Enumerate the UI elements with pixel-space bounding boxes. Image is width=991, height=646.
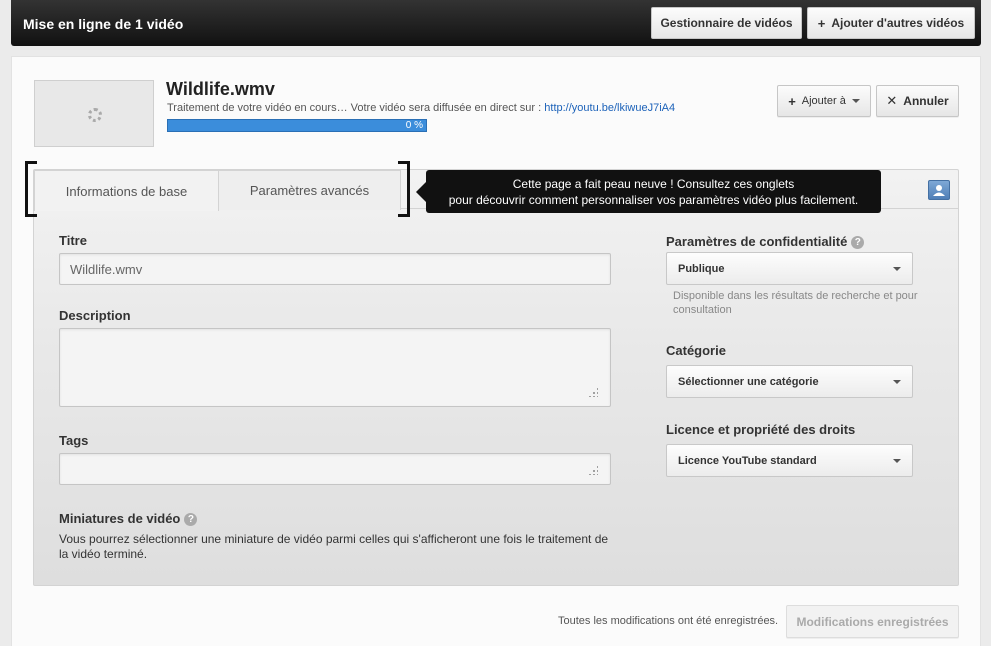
person-icon xyxy=(933,185,945,196)
video-title: Wildlife.wmv xyxy=(166,79,275,99)
cancel-button[interactable]: ✕ Annuler xyxy=(876,85,959,117)
add-to-label: Ajouter à xyxy=(801,95,846,107)
category-select[interactable]: Sélectionner une catégorie xyxy=(666,365,913,398)
privacy-select[interactable]: Publique xyxy=(666,252,913,285)
video-manager-label: Gestionnaire de vidéos xyxy=(660,16,793,30)
processing-status: Traitement de votre vidéo en cours… Votr… xyxy=(167,102,675,114)
license-select[interactable]: Licence YouTube standard xyxy=(666,444,913,477)
share-button[interactable] xyxy=(928,180,950,200)
description-label: Description xyxy=(59,308,131,323)
new-layout-tooltip: Cette page a fait peau neuve ! Consultez… xyxy=(416,170,881,213)
thumbnails-text: Vous pourrez sélectionner une miniature … xyxy=(59,532,609,561)
plus-icon: + xyxy=(817,15,826,31)
video-manager-button[interactable]: Gestionnaire de vidéos xyxy=(651,7,802,39)
processing-status-text: Traitement de votre vidéo en cours… Votr… xyxy=(167,102,542,114)
loading-spinner-icon xyxy=(88,108,102,122)
add-more-videos-label: Ajouter d'autres vidéos xyxy=(831,16,965,30)
close-icon: ✕ xyxy=(886,93,898,108)
tab-advanced-settings[interactable]: Paramètres avancés xyxy=(218,170,401,210)
help-icon[interactable]: ? xyxy=(851,236,865,249)
video-link[interactable]: http://youtu.be/lkiwueJ7iA4 xyxy=(544,102,675,114)
resize-grip-icon[interactable] xyxy=(588,465,598,475)
add-more-videos-button[interactable]: + Ajouter d'autres vidéos xyxy=(807,7,975,39)
category-value: Sélectionner une catégorie xyxy=(678,375,819,388)
tab-advanced-settings-label: Paramètres avancés xyxy=(249,183,370,198)
upload-progress-bar: 0 % xyxy=(167,119,427,132)
title-field[interactable] xyxy=(59,253,611,285)
tab-basic-info[interactable]: Informations de base xyxy=(34,170,219,211)
plus-icon: + xyxy=(788,93,796,109)
chevron-down-icon xyxy=(851,99,860,103)
privacy-note: Disponible dans les résultats de recherc… xyxy=(673,290,918,316)
title-label: Titre xyxy=(59,233,87,248)
help-icon[interactable]: ? xyxy=(184,513,198,526)
tab-basic-info-label: Informations de base xyxy=(65,183,188,199)
cancel-label: Annuler xyxy=(903,94,949,108)
resize-grip-icon[interactable] xyxy=(588,387,598,397)
tooltip-line-2: pour découvrir comment personnaliser vos… xyxy=(448,193,859,207)
progress-percent: 0 % xyxy=(405,120,423,131)
category-label: Catégorie xyxy=(666,343,726,358)
license-label: Licence et propriété des droits xyxy=(666,422,856,437)
tabs-highlight-bracket-right xyxy=(398,161,410,217)
changes-saved-button[interactable]: Modifications enregistrées xyxy=(786,605,959,638)
privacy-heading: Paramètres de confidentialité? xyxy=(666,234,865,249)
chevron-down-icon xyxy=(893,380,901,384)
chevron-down-icon xyxy=(893,267,901,271)
upload-title: Mise en ligne de 1 vidéo xyxy=(23,16,184,32)
tooltip-line-1: Cette page a fait peau neuve ! Consultez… xyxy=(512,177,795,191)
tabs-highlight-bracket-left xyxy=(25,161,37,217)
chevron-down-icon xyxy=(893,459,901,463)
privacy-label: Paramètres de confidentialité xyxy=(666,234,848,249)
thumbnails-label: Miniatures de vidéo xyxy=(59,511,181,526)
add-to-button[interactable]: + Ajouter à xyxy=(777,85,871,117)
save-status: Toutes les modifications ont été enregis… xyxy=(558,615,779,627)
description-field[interactable] xyxy=(59,328,611,407)
license-value: Licence YouTube standard xyxy=(678,454,817,467)
tags-label: Tags xyxy=(59,433,89,448)
video-thumbnail xyxy=(34,80,154,147)
changes-saved-label: Modifications enregistrées xyxy=(796,614,949,629)
tags-field[interactable] xyxy=(59,453,611,485)
thumbnails-heading: Miniatures de vidéo? xyxy=(59,511,198,526)
upload-header: Mise en ligne de 1 vidéo Gestionnaire de… xyxy=(11,0,981,46)
title-input[interactable] xyxy=(60,254,610,284)
privacy-value: Publique xyxy=(678,262,725,275)
